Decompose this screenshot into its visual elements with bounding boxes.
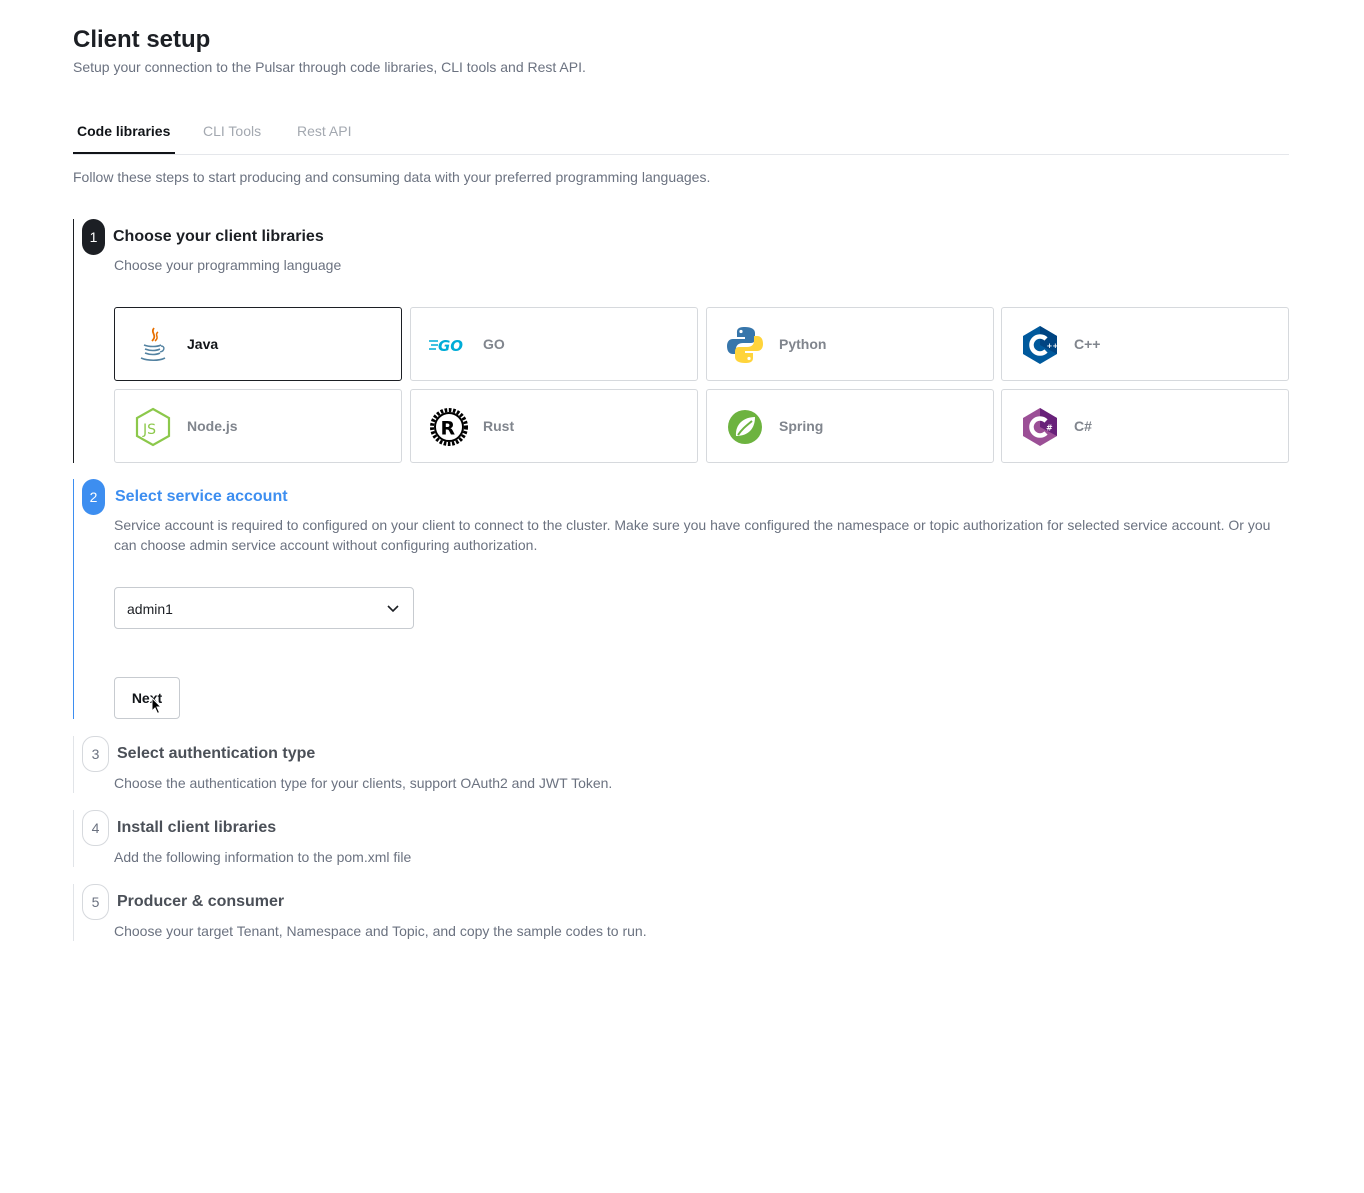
rust-icon: R [430,408,468,446]
language-label-python: Python [779,336,827,352]
spring-icon [728,410,762,444]
svg-text:++: ++ [1047,342,1059,350]
svg-text:R: R [441,418,456,440]
step-4-number: 4 [82,810,109,846]
step-2-description: Service account is required to configure… [114,517,1271,553]
intro-text: Follow these steps to start producing an… [73,169,711,185]
step-5-title: Producer & consumer [117,893,285,910]
nodejs-icon: JS [135,407,171,447]
step-4-description: Add the following information to the pom… [114,849,412,865]
svg-text:JS: JS [142,422,156,438]
language-label-spring: Spring [779,418,824,434]
step-1-number: 1 [82,219,105,255]
python-icon [727,327,763,363]
language-card-go[interactable]: GO GO [410,307,698,381]
language-card-python[interactable]: Python [706,307,994,381]
language-card-nodejs[interactable]: JS Node.js [114,389,402,463]
page-title: Client setup [73,26,211,53]
step-3-description: Choose the authentication type for your … [114,775,613,791]
go-icon: GO [429,337,463,355]
language-label-cpp: C++ [1074,336,1101,352]
step-1-line [73,219,74,463]
mouse-cursor-icon [151,697,163,715]
language-card-csharp[interactable]: # C# [1001,389,1289,463]
tab-cli-tools[interactable]: CLI Tools [203,123,261,139]
language-label-rust: Rust [483,418,515,434]
step-5-number: 5 [82,884,109,920]
language-card-spring[interactable]: Spring [706,389,994,463]
service-account-value: admin1 [127,601,173,617]
service-account-select[interactable]: admin1 [114,587,414,629]
step-4-title: Install client libraries [117,819,277,836]
csharp-icon: # [1023,408,1057,446]
tab-rest-api[interactable]: Rest API [297,123,351,139]
cpp-icon: ++ [1023,326,1059,364]
next-button[interactable]: Next [114,677,180,719]
step-2-line [73,479,74,719]
language-label-java: Java [187,336,219,352]
step-3-line [73,736,74,793]
svg-text:GO: GO [438,337,463,355]
step-5-description: Choose your target Tenant, Namespace and… [114,923,647,939]
step-3-number: 3 [82,736,109,772]
active-tab-indicator [73,152,175,154]
tab-code-libraries[interactable]: Code libraries [77,123,170,139]
language-label-nodejs: Node.js [187,418,238,434]
svg-text:#: # [1046,424,1053,433]
page-subtitle: Setup your connection to the Pulsar thro… [73,59,586,75]
step-3-title: Select authentication type [117,745,316,762]
chevron-down-icon [387,605,399,613]
step-2-number: 2 [82,479,105,515]
step-2-title: Select service account [115,488,288,505]
step-4-line [73,810,74,867]
language-card-rust[interactable]: R Rust [410,389,698,463]
java-icon [140,327,166,362]
step-1-title: Choose your client libraries [113,228,324,245]
step-5-line [73,884,74,941]
language-card-cpp[interactable]: ++ C++ [1001,307,1289,381]
language-card-java[interactable]: Java [114,307,402,381]
language-label-go: GO [483,336,505,352]
step-1-description: Choose your programming language [114,257,342,273]
language-label-csharp: C# [1074,418,1092,434]
tab-bar: Code libraries CLI Tools Rest API [73,108,1289,155]
